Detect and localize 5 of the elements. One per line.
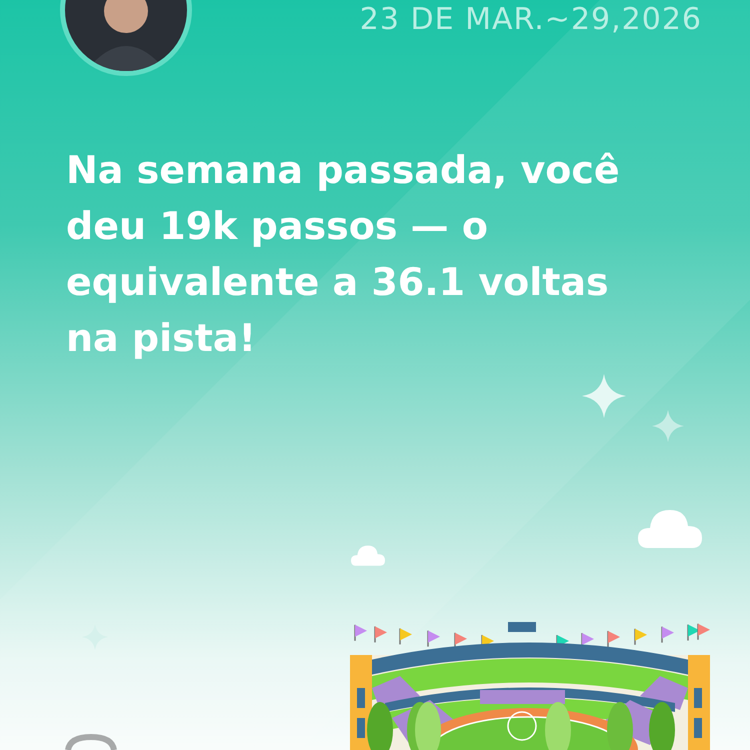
date-range: 23 DE MAR.~29,2026	[360, 2, 702, 37]
sparkle-icon	[652, 410, 684, 442]
summary-message: Na semana passada, você deu 19k passos — o equivalente a 36.1 voltas na pista!	[66, 147, 621, 362]
sparkle-icon	[582, 374, 626, 418]
ring-icon	[64, 734, 118, 750]
